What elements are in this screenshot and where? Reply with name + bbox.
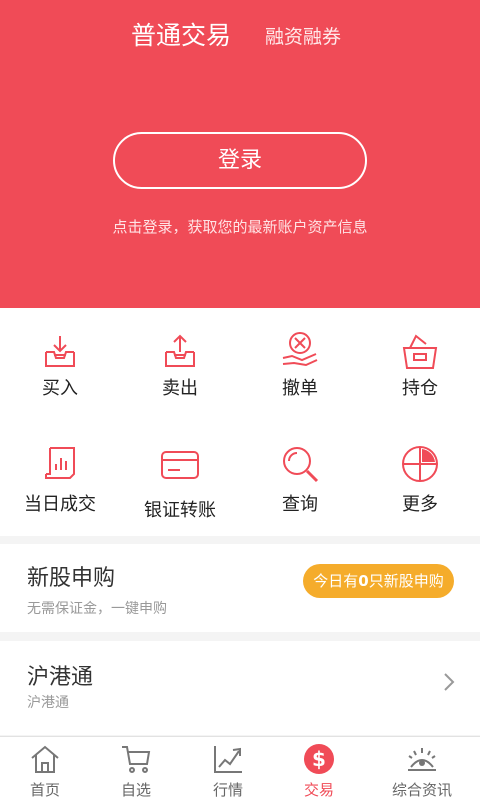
ipo-today-badge[interactable]: 今日有0只新股申购 (303, 564, 454, 598)
function-query[interactable]: 查询 (240, 422, 360, 536)
function-more[interactable]: 更多 (360, 422, 480, 536)
function-bank-transfer[interactable]: 银证转账 (120, 422, 240, 536)
function-label: 更多 (402, 494, 438, 515)
nav-watchlist[interactable]: 自选 (90, 737, 182, 800)
bank-card-icon (161, 451, 199, 479)
function-label: 银证转账 (144, 500, 216, 521)
hk-connect-subtitle: 沪港通 (27, 695, 69, 711)
ipo-badge-count: 0 (358, 572, 369, 590)
svg-text:$: $ (312, 747, 326, 771)
ipo-badge-suffix: 只新股申购 (368, 572, 444, 590)
function-label: 查询 (282, 494, 318, 515)
more-pie-icon (402, 446, 438, 482)
ipo-title: 新股申购 (27, 566, 116, 591)
function-label: 卖出 (162, 378, 198, 399)
nav-label: 自选 (120, 781, 151, 799)
search-icon (283, 447, 319, 483)
function-label: 撤单 (282, 378, 318, 399)
function-cancel-order[interactable]: 撤单 (240, 308, 360, 422)
trade-tabs: 普通交易 融资融券 (0, 18, 480, 54)
ipo-subtitle: 无需保证金，一键申购 (27, 601, 167, 617)
function-label: 买入 (42, 378, 78, 399)
ipo-card[interactable]: 新股申购 无需保证金，一键申购 今日有0只新股申购 (0, 544, 480, 632)
bottom-nav: 首页 自选 行情 $ 交易 综合资讯 (0, 736, 480, 800)
nav-market[interactable]: 行情 (182, 737, 274, 800)
function-label: 当日成交 (24, 494, 96, 515)
cart-icon (122, 746, 151, 773)
function-buy[interactable]: 买入 (0, 308, 120, 422)
sell-tray-icon (165, 334, 195, 367)
nav-label: 行情 (212, 781, 243, 799)
ipo-badge-prefix: 今日有 (313, 572, 359, 590)
login-hint: 点击登录，获取您的最新账户资产信息 (112, 218, 368, 236)
function-grid: 买入 卖出 撤单 持仓 当日成交 银证转账 查询 更多 (0, 308, 480, 536)
trade-header: 普通交易 融资融券 登录 点击登录，获取您的最新账户资产信息 (0, 0, 480, 308)
function-label: 持仓 (402, 378, 438, 399)
nav-home[interactable]: 首页 (0, 737, 90, 800)
dollar-icon: $ (304, 744, 334, 774)
function-holdings[interactable]: 持仓 (360, 308, 480, 422)
chevron-right-icon (444, 673, 455, 691)
login-button[interactable]: 登录 (113, 132, 367, 189)
hk-connect-title: 沪港通 (27, 665, 94, 690)
news-eye-icon (408, 748, 436, 771)
trend-chart-icon (214, 746, 242, 773)
nav-trade[interactable]: $ 交易 (274, 737, 364, 800)
buy-tray-icon (45, 336, 75, 367)
tab-normal-trade[interactable]: 普通交易 (131, 18, 231, 54)
nav-label: 首页 (29, 781, 60, 799)
nav-label: 交易 (303, 781, 334, 799)
daily-deals-scroll-icon (45, 447, 75, 479)
holdings-basket-icon (402, 334, 438, 369)
nav-news[interactable]: 综合资讯 (364, 737, 480, 800)
function-sell[interactable]: 卖出 (120, 308, 240, 422)
home-icon (31, 745, 59, 773)
hk-connect-card[interactable]: 沪港通 沪港通 (0, 641, 480, 735)
nav-label: 综合资讯 (391, 781, 452, 799)
cancel-order-icon (282, 332, 318, 367)
function-daily-deals[interactable]: 当日成交 (0, 422, 120, 536)
tab-margin-trading[interactable]: 融资融券 (265, 20, 341, 54)
